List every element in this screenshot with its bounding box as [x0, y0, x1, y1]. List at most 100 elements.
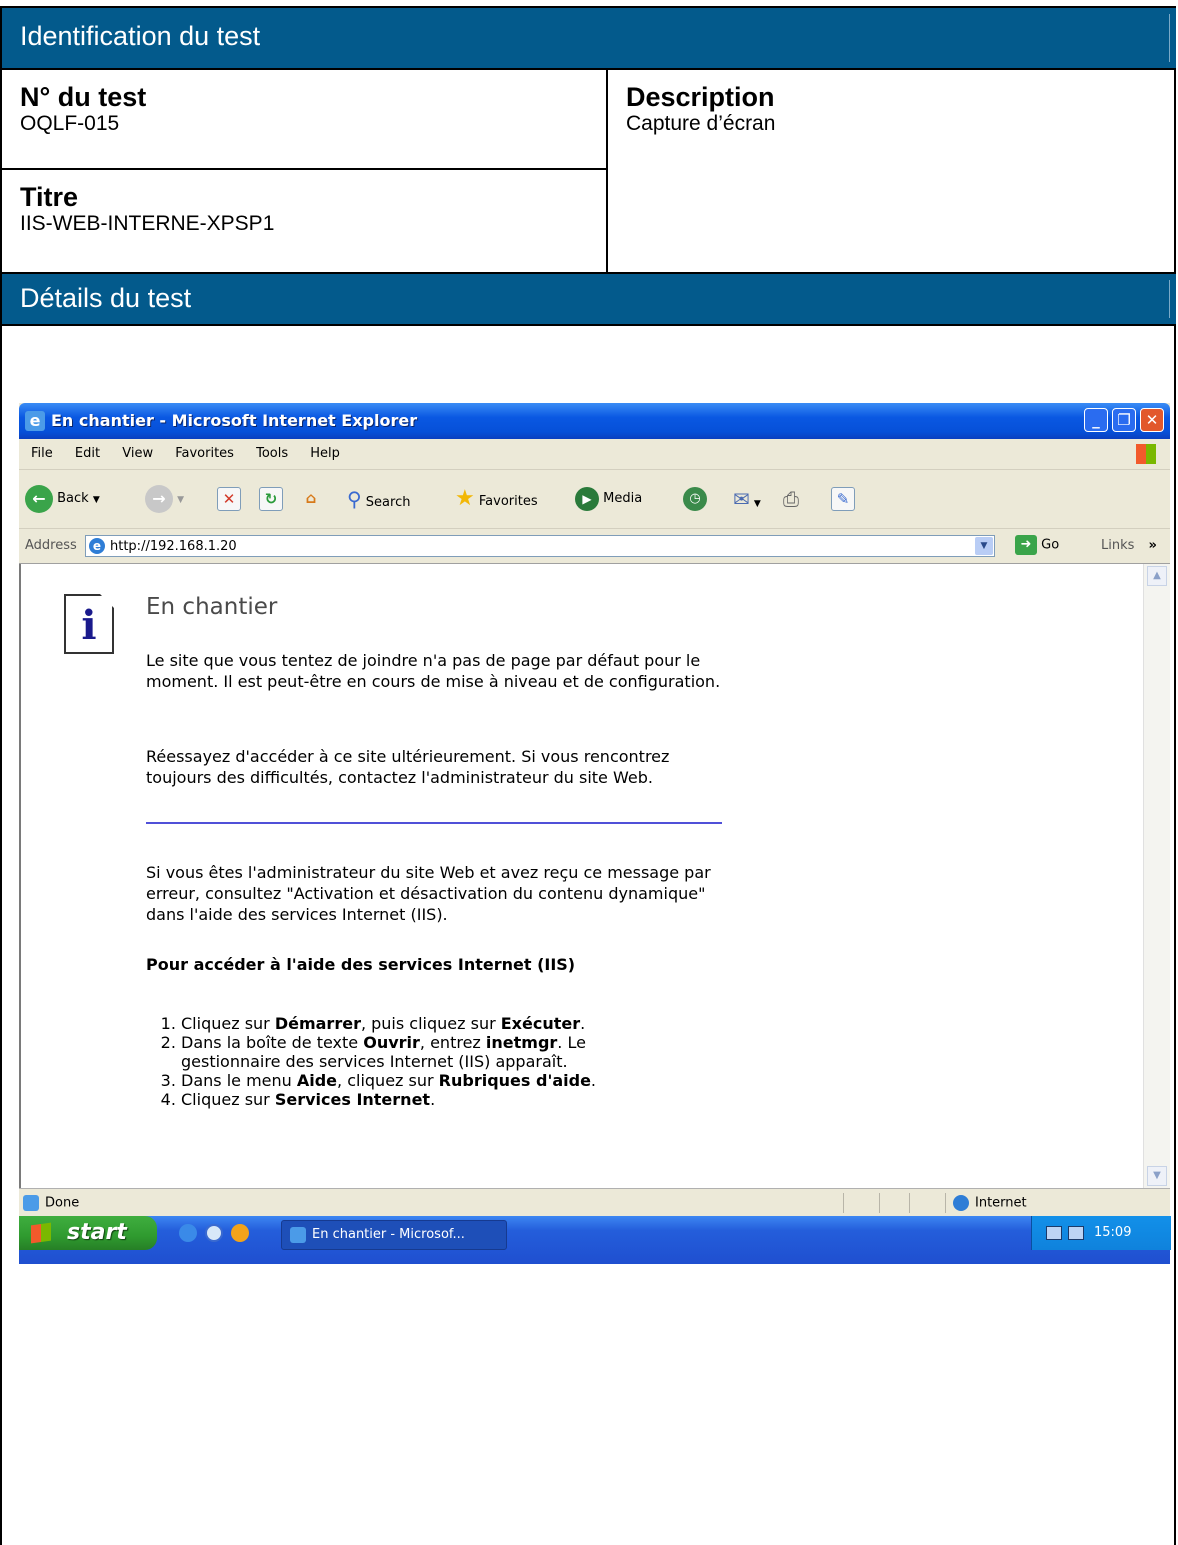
- media-label: Media: [603, 491, 643, 506]
- home-icon: ⌂: [305, 488, 317, 507]
- taskbar-item-label: En chantier - Microsof...: [312, 1227, 465, 1242]
- printer-icon: ⎙: [783, 487, 799, 511]
- print-button[interactable]: ⎙: [783, 484, 799, 514]
- page-heading-block: En chantier: [146, 594, 746, 620]
- dropdown-arrow-icon: ▼: [92, 495, 100, 505]
- test-number-label: N° du test: [20, 82, 147, 112]
- ie-window-screenshot: e En chantier - Microsoft Internet Explo…: [19, 403, 1171, 1264]
- quicklaunch-ie-icon[interactable]: [179, 1224, 197, 1242]
- help-heading: Pour accéder à l'aide des services Inter…: [146, 955, 576, 974]
- address-bar: Address e http://192.168.1.20 ▼ ➜ Go Lin…: [19, 529, 1170, 564]
- header-text: Détails du test: [20, 283, 192, 313]
- star-icon: ★: [455, 486, 475, 511]
- close-button[interactable]: ✕: [1140, 408, 1164, 432]
- stop-button[interactable]: ✕: [217, 484, 241, 514]
- title-bar[interactable]: e En chantier - Microsoft Internet Explo…: [19, 403, 1170, 439]
- menu-bar: File Edit View Favorites Tools Help: [19, 439, 1170, 470]
- search-label: Search: [365, 495, 411, 510]
- maximize-button[interactable]: ❐: [1112, 408, 1136, 432]
- scroll-down-icon[interactable]: ▼: [1147, 1166, 1167, 1186]
- mail-icon: ✉: [733, 487, 750, 511]
- horizontal-rule: [146, 822, 722, 824]
- page-viewport: i En chantier Le site que vous tentez de…: [19, 564, 1170, 1188]
- para-3-block: Si vous êtes l'administrateur du site We…: [146, 862, 726, 925]
- title-value: IIS-WEB-INTERNE-XPSP1: [20, 212, 275, 235]
- step-item: Cliquez sur Services Internet.: [181, 1090, 685, 1109]
- system-tray: 15:09: [1031, 1216, 1171, 1250]
- taskbar-item-ie[interactable]: En chantier - Microsof...: [281, 1220, 507, 1250]
- back-button[interactable]: ← Back ▼: [25, 484, 100, 514]
- go-label: Go: [1041, 537, 1060, 553]
- status-divider: [879, 1193, 880, 1213]
- globe-icon: [953, 1195, 969, 1211]
- address-input[interactable]: e http://192.168.1.20 ▼: [85, 535, 995, 557]
- status-bar: Done Internet: [19, 1188, 1170, 1217]
- go-arrow-icon: ➜: [1015, 535, 1037, 555]
- window-title: En chantier - Microsoft Internet Explore…: [51, 411, 418, 430]
- para-2: Réessayez d'accéder à ce site ultérieure…: [146, 747, 670, 787]
- menu-file[interactable]: File: [31, 439, 53, 469]
- menu-help[interactable]: Help: [310, 439, 340, 469]
- windows-logo-icon: [1136, 444, 1156, 464]
- search-button[interactable]: ⚲ Search: [347, 484, 410, 514]
- links-more-icon: »: [1148, 538, 1157, 553]
- row-divider: [2, 168, 606, 170]
- media-button[interactable]: ▶ Media: [575, 484, 642, 514]
- links-label: Links: [1101, 538, 1135, 553]
- menu-view[interactable]: View: [122, 439, 153, 469]
- header-divider: [1169, 14, 1170, 62]
- info-icon: i: [64, 594, 114, 654]
- para-2-block: Réessayez d'accéder à ce site ultérieure…: [146, 746, 726, 788]
- quicklaunch-outlook-icon[interactable]: [205, 1224, 223, 1242]
- dropdown-arrow-icon: ▼: [177, 495, 185, 505]
- refresh-button[interactable]: ↻: [259, 484, 283, 514]
- windows-flag-icon: [31, 1222, 51, 1244]
- quicklaunch-media-icon[interactable]: [231, 1224, 249, 1242]
- go-button[interactable]: ➜ Go: [1015, 535, 1059, 555]
- network-icon[interactable]: [1046, 1226, 1062, 1240]
- home-button[interactable]: ⌂: [299, 484, 323, 514]
- ie-icon: e: [25, 411, 45, 431]
- para-1: Le site que vous tentez de joindre n'a p…: [146, 651, 721, 691]
- history-button[interactable]: ◷: [683, 484, 707, 514]
- status-divider: [843, 1193, 844, 1213]
- back-arrow-icon: ←: [25, 484, 53, 513]
- favorites-button[interactable]: ★ Favorites: [455, 484, 538, 514]
- vertical-scrollbar[interactable]: ▲ ▼: [1143, 564, 1170, 1188]
- ie-icon: [290, 1227, 306, 1243]
- section-header-details: Détails du test: [2, 272, 1176, 326]
- toolbar: ← Back ▼ → ▼ ✕ ↻ ⌂ ⚲ Search ★ Favorites …: [19, 470, 1170, 529]
- column-divider: [606, 70, 608, 272]
- page-icon: [23, 1195, 39, 1211]
- refresh-icon: ↻: [259, 486, 283, 511]
- minimize-button[interactable]: _: [1084, 408, 1108, 432]
- header-divider: [1169, 280, 1170, 318]
- history-icon: ◷: [683, 486, 707, 511]
- status-divider: [945, 1193, 946, 1213]
- test-number-cell: N° du test OQLF-015: [2, 82, 606, 136]
- menu-edit[interactable]: Edit: [75, 439, 100, 469]
- mail-button[interactable]: ✉ ▼: [733, 484, 761, 514]
- favorites-label: Favorites: [478, 494, 538, 509]
- help-steps: Cliquez sur Démarrer, puis cliquez sur E…: [125, 1014, 685, 1109]
- edit-button[interactable]: ✎: [831, 484, 855, 514]
- scroll-up-icon[interactable]: ▲: [1147, 566, 1167, 586]
- links-button[interactable]: Links »: [1101, 538, 1157, 553]
- header-text: Identification du test: [20, 21, 261, 51]
- title-label: Titre: [20, 182, 79, 212]
- clock[interactable]: 15:09: [1094, 1225, 1131, 1240]
- menu-favorites[interactable]: Favorites: [175, 439, 234, 469]
- chevron-down-icon[interactable]: ▼: [975, 537, 993, 555]
- stop-icon: ✕: [217, 486, 241, 511]
- search-icon: ⚲: [347, 487, 362, 511]
- language-icon[interactable]: [1068, 1226, 1084, 1240]
- status-divider: [909, 1193, 910, 1213]
- title-cell: Titre IIS-WEB-INTERNE-XPSP1: [2, 182, 606, 236]
- menu-tools[interactable]: Tools: [256, 439, 288, 469]
- test-number-value: OQLF-015: [20, 112, 120, 135]
- forward-button[interactable]: → ▼: [145, 484, 184, 514]
- description-label: Description: [626, 82, 775, 112]
- para-1-block: Le site que vous tentez de joindre n'a p…: [146, 650, 726, 692]
- address-url: http://192.168.1.20: [110, 539, 237, 554]
- start-button[interactable]: start: [19, 1216, 157, 1250]
